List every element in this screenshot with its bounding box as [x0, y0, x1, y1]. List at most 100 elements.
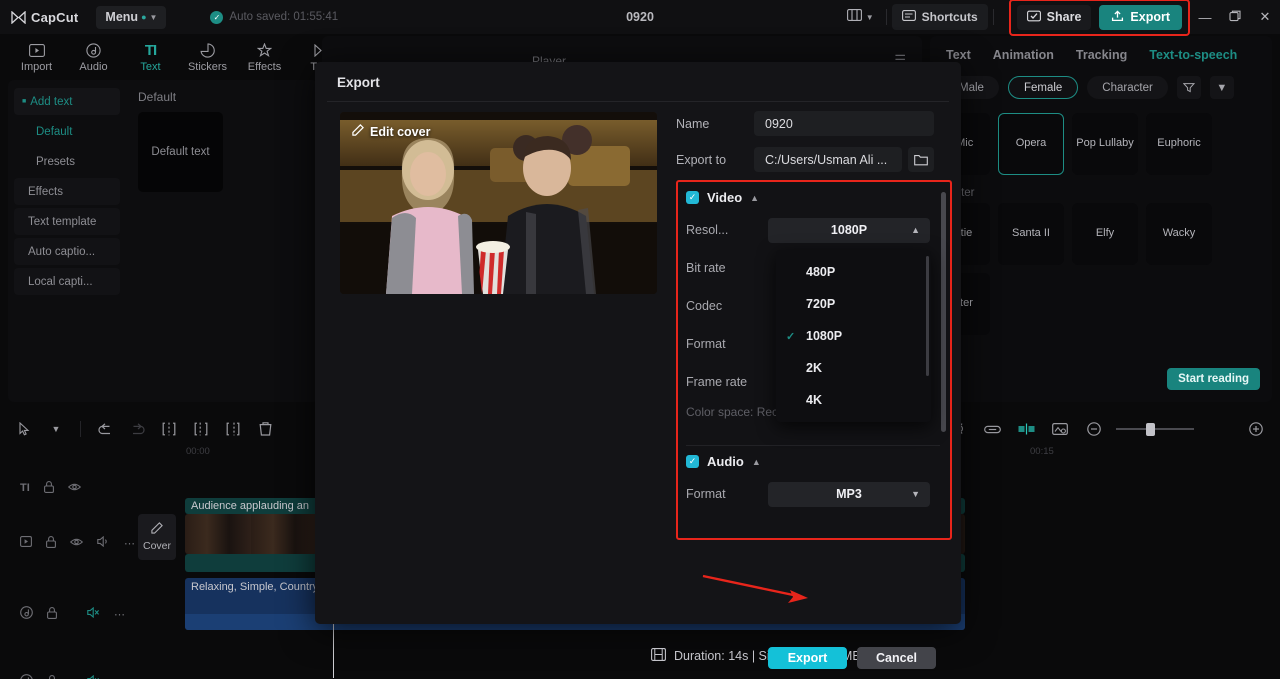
chevron-up-icon[interactable]: ▲ — [750, 193, 759, 203]
chip-female[interactable]: Female — [1007, 76, 1079, 99]
tool-tab-stickers[interactable]: Stickers — [179, 42, 236, 73]
chevron-up-icon[interactable]: ▲ — [752, 457, 761, 467]
voice-grid-row-1-wrap: en Mic Opera Pop Lullaby Euphoric — [930, 99, 1272, 175]
lock-icon[interactable] — [46, 535, 56, 551]
menu-button[interactable]: Menu ● ▼ — [96, 5, 167, 29]
tool-tab-import[interactable]: Import — [8, 42, 65, 73]
pointer-icon[interactable] — [8, 414, 40, 444]
close-button[interactable]: ✕ — [1250, 0, 1280, 34]
sidebar-item-add-text[interactable]: ■ Add text — [14, 88, 120, 115]
export-confirm-button[interactable]: Export — [768, 647, 847, 669]
voice-tile-elfy[interactable]: Elfy — [1072, 203, 1138, 265]
cancel-button[interactable]: Cancel — [857, 647, 936, 669]
dropdown-option-720p[interactable]: 720P — [776, 288, 931, 320]
dialog-title: Export — [337, 75, 380, 90]
autosave-status: ✓ Auto saved: 01:55:41 — [210, 10, 338, 24]
folder-icon[interactable] — [908, 147, 934, 172]
tab-animation[interactable]: Animation — [993, 48, 1054, 62]
edit-cover-button[interactable]: Edit cover — [352, 124, 430, 139]
tool-tab-effects[interactable]: Effects — [236, 42, 293, 73]
delete-icon[interactable] — [249, 414, 281, 444]
tab-text[interactable]: Text — [946, 48, 971, 62]
export-path-input[interactable]: C:/Users/Usman Ali ... — [754, 147, 902, 172]
audio-format-row: Format MP3 ▼ — [686, 475, 940, 513]
tab-tracking[interactable]: Tracking — [1076, 48, 1127, 62]
name-input[interactable]: 0920 — [754, 111, 934, 136]
dropdown-option-4k[interactable]: 4K — [776, 384, 931, 416]
dropdown-scrollbar[interactable] — [926, 256, 929, 376]
trim-right-icon[interactable] — [217, 414, 249, 444]
sidebar-item-local-captions[interactable]: Local capti... — [14, 268, 120, 295]
tab-text-to-speech[interactable]: Text-to-speech — [1149, 48, 1237, 62]
split-icon[interactable] — [153, 414, 185, 444]
undo-icon[interactable] — [89, 414, 121, 444]
layout-button[interactable]: ▼ — [840, 4, 881, 30]
zoom-slider-handle[interactable] — [1146, 423, 1155, 436]
share-label: Share — [1046, 10, 1082, 24]
more-icon[interactable]: ⋯ — [124, 537, 136, 550]
chevron-down-icon[interactable]: ▼ — [1209, 76, 1234, 99]
audio-section-header: ✓ Audio ▲ — [686, 454, 940, 469]
zoom-slider[interactable] — [1116, 421, 1194, 437]
lock-icon[interactable] — [47, 606, 57, 622]
voice-tile-euphoric[interactable]: Euphoric — [1146, 113, 1212, 175]
cover-button[interactable]: Cover — [138, 514, 176, 560]
start-reading-button[interactable]: Start reading — [1167, 368, 1260, 390]
lock-icon[interactable] — [43, 480, 54, 496]
mute-icon[interactable] — [87, 674, 100, 679]
mute-icon[interactable] — [87, 606, 100, 621]
chevron-down-icon[interactable]: ▼ — [40, 414, 72, 444]
settings-scrollbar[interactable] — [941, 192, 946, 432]
video-checkbox[interactable]: ✓ — [686, 191, 699, 204]
cover-thumbnail[interactable]: Edit cover — [340, 112, 657, 294]
audio-format-select[interactable]: MP3 ▼ — [768, 481, 930, 507]
voice-tile-santa-ii[interactable]: Santa II — [998, 203, 1064, 265]
redo-icon[interactable] — [121, 414, 153, 444]
link-icon[interactable] — [976, 414, 1008, 444]
dropdown-option-1080p[interactable]: ✓ 1080P — [776, 320, 931, 352]
sidebar-item-default[interactable]: Default — [14, 118, 120, 145]
zoom-in-icon[interactable] — [1240, 414, 1272, 444]
volume-icon[interactable] — [97, 535, 110, 550]
filter-icon[interactable] — [1176, 76, 1201, 99]
voice-tile-wacky[interactable]: Wacky — [1146, 203, 1212, 265]
share-icon — [1026, 10, 1041, 25]
eye-icon[interactable] — [67, 482, 81, 495]
left-panel: ■ Add text Default Presets Effects Text … — [8, 80, 318, 402]
export-button-titlebar[interactable]: Export — [1099, 4, 1182, 30]
minimize-button[interactable]: — — [1190, 0, 1220, 34]
voice-tile-label: Elfy — [1095, 227, 1115, 240]
resolution-select[interactable]: 1080P ▲ — [768, 217, 930, 243]
sidebar-item-text-template[interactable]: Text template — [14, 208, 120, 235]
voice-tile-label: Wacky — [1162, 227, 1196, 240]
sidebar-item-auto-captions[interactable]: Auto captio... — [14, 238, 120, 265]
tool-tab-audio[interactable]: Audio — [65, 42, 122, 73]
maximize-button[interactable] — [1220, 0, 1250, 34]
crop-icon[interactable] — [1044, 414, 1076, 444]
shortcuts-button[interactable]: Shortcuts — [891, 4, 988, 30]
dropdown-option-label: 720P — [806, 297, 836, 311]
shortcuts-label: Shortcuts — [921, 10, 978, 24]
zoom-out-icon[interactable] — [1078, 414, 1110, 444]
dropdown-option-2k[interactable]: 2K — [776, 352, 931, 384]
dropdown-option-480p[interactable]: 480P — [776, 256, 931, 288]
more-icon[interactable]: ⋯ — [114, 676, 126, 679]
tab-label: Text — [946, 48, 971, 62]
keyframe-icon[interactable] — [1010, 414, 1042, 444]
share-button[interactable]: Share — [1016, 4, 1092, 30]
eye-icon[interactable] — [69, 537, 84, 550]
lock-icon[interactable] — [47, 674, 57, 679]
right-panel: Text Animation Tracking Text-to-speech M… — [930, 36, 1272, 402]
voice-tile-opera[interactable]: Opera — [998, 113, 1064, 175]
audio-icon — [86, 42, 101, 59]
trim-left-icon[interactable] — [185, 414, 217, 444]
audio-checkbox[interactable]: ✓ — [686, 455, 699, 468]
tool-tab-text[interactable]: TI Text — [122, 42, 179, 73]
voice-tile-pop-lullaby[interactable]: Pop Lullaby — [1072, 113, 1138, 175]
effects-icon — [257, 42, 272, 59]
default-text-tile[interactable]: Default text — [138, 112, 223, 192]
sidebar-item-effects[interactable]: Effects — [14, 178, 120, 205]
more-icon[interactable]: ⋯ — [114, 608, 126, 621]
sidebar-item-presets[interactable]: Presets — [14, 148, 120, 175]
chip-character[interactable]: Character — [1087, 76, 1168, 99]
